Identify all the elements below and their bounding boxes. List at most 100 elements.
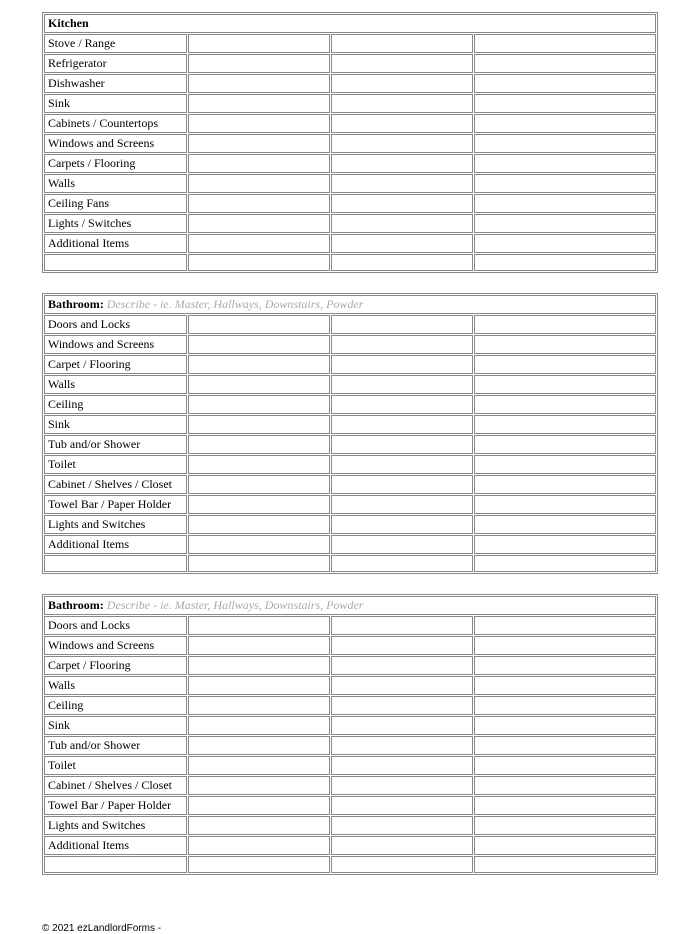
row-cell[interactable] (331, 134, 473, 153)
row-cell[interactable] (188, 114, 330, 133)
row-cell[interactable] (331, 234, 473, 253)
row-cell[interactable] (188, 756, 330, 775)
row-cell[interactable] (474, 455, 656, 474)
row-cell[interactable] (331, 836, 473, 855)
row-cell[interactable] (331, 194, 473, 213)
row-cell[interactable] (474, 776, 656, 795)
row-cell[interactable] (331, 214, 473, 233)
row-cell[interactable] (188, 716, 330, 735)
row-cell[interactable] (331, 776, 473, 795)
row-cell[interactable] (474, 154, 656, 173)
row-cell[interactable] (474, 355, 656, 374)
row-cell[interactable] (188, 74, 330, 93)
row-cell[interactable] (474, 415, 656, 434)
row-cell[interactable] (474, 335, 656, 354)
row-cell[interactable] (188, 776, 330, 795)
row-cell[interactable] (474, 94, 656, 113)
row-cell[interactable] (474, 194, 656, 213)
row-cell[interactable] (188, 816, 330, 835)
row-cell[interactable] (474, 736, 656, 755)
row-cell[interactable] (474, 636, 656, 655)
row-cell[interactable] (331, 335, 473, 354)
row-cell[interactable] (331, 435, 473, 454)
row-cell[interactable] (474, 34, 656, 53)
row-cell[interactable] (331, 174, 473, 193)
row-cell[interactable] (188, 435, 330, 454)
row-cell[interactable] (331, 415, 473, 434)
row-cell[interactable] (188, 515, 330, 534)
row-cell[interactable] (474, 375, 656, 394)
row-cell[interactable] (188, 856, 330, 873)
row-cell[interactable] (188, 796, 330, 815)
row-cell[interactable] (474, 515, 656, 534)
row-cell[interactable] (474, 315, 656, 334)
row-cell[interactable] (474, 796, 656, 815)
row-cell[interactable] (474, 656, 656, 675)
row-cell[interactable] (331, 254, 473, 271)
row-cell[interactable] (331, 555, 473, 572)
row-cell[interactable] (188, 174, 330, 193)
row-cell[interactable] (331, 94, 473, 113)
row-cell[interactable] (331, 696, 473, 715)
row-cell[interactable] (474, 856, 656, 873)
row-cell[interactable] (331, 656, 473, 675)
row-cell[interactable] (188, 375, 330, 394)
row-cell[interactable] (331, 114, 473, 133)
row-cell[interactable] (474, 395, 656, 414)
row-cell[interactable] (331, 34, 473, 53)
row-cell[interactable] (188, 656, 330, 675)
row-cell[interactable] (474, 134, 656, 153)
row-cell[interactable] (331, 74, 473, 93)
row-cell[interactable] (331, 315, 473, 334)
row-cell[interactable] (188, 696, 330, 715)
row-cell[interactable] (331, 756, 473, 775)
row-cell[interactable] (474, 555, 656, 572)
row-cell[interactable] (331, 395, 473, 414)
row-cell[interactable] (474, 676, 656, 695)
row-cell[interactable] (188, 335, 330, 354)
row-cell[interactable] (188, 315, 330, 334)
row-cell[interactable] (331, 475, 473, 494)
row-cell[interactable] (331, 495, 473, 514)
row-cell[interactable] (188, 254, 330, 271)
row-cell[interactable] (188, 34, 330, 53)
row-cell[interactable] (188, 616, 330, 635)
row-cell[interactable] (331, 636, 473, 655)
row-cell[interactable] (331, 716, 473, 735)
row-cell[interactable] (474, 54, 656, 73)
row-cell[interactable] (331, 375, 473, 394)
row-cell[interactable] (331, 355, 473, 374)
row-cell[interactable] (188, 636, 330, 655)
row-cell[interactable] (474, 254, 656, 271)
row-cell[interactable] (474, 495, 656, 514)
row-cell[interactable] (331, 816, 473, 835)
row-cell[interactable] (188, 154, 330, 173)
row-cell[interactable] (474, 114, 656, 133)
row-cell[interactable] (331, 515, 473, 534)
row-cell[interactable] (188, 836, 330, 855)
row-cell[interactable] (188, 234, 330, 253)
row-cell[interactable] (188, 495, 330, 514)
row-cell[interactable] (188, 455, 330, 474)
row-cell[interactable] (188, 736, 330, 755)
row-cell[interactable] (188, 415, 330, 434)
row-cell[interactable] (188, 475, 330, 494)
row-cell[interactable] (331, 455, 473, 474)
row-cell[interactable] (474, 214, 656, 233)
row-cell[interactable] (474, 174, 656, 193)
row-cell[interactable] (474, 696, 656, 715)
row-cell[interactable] (331, 154, 473, 173)
row-cell[interactable] (331, 736, 473, 755)
row-cell[interactable] (474, 74, 656, 93)
row-cell[interactable] (474, 756, 656, 775)
row-cell[interactable] (474, 475, 656, 494)
row-cell[interactable] (474, 836, 656, 855)
row-cell[interactable] (188, 535, 330, 554)
row-cell[interactable] (188, 94, 330, 113)
row-cell[interactable] (331, 676, 473, 695)
row-cell[interactable] (474, 816, 656, 835)
row-cell[interactable] (474, 616, 656, 635)
row-cell[interactable] (474, 234, 656, 253)
row-cell[interactable] (188, 395, 330, 414)
row-cell[interactable] (331, 796, 473, 815)
